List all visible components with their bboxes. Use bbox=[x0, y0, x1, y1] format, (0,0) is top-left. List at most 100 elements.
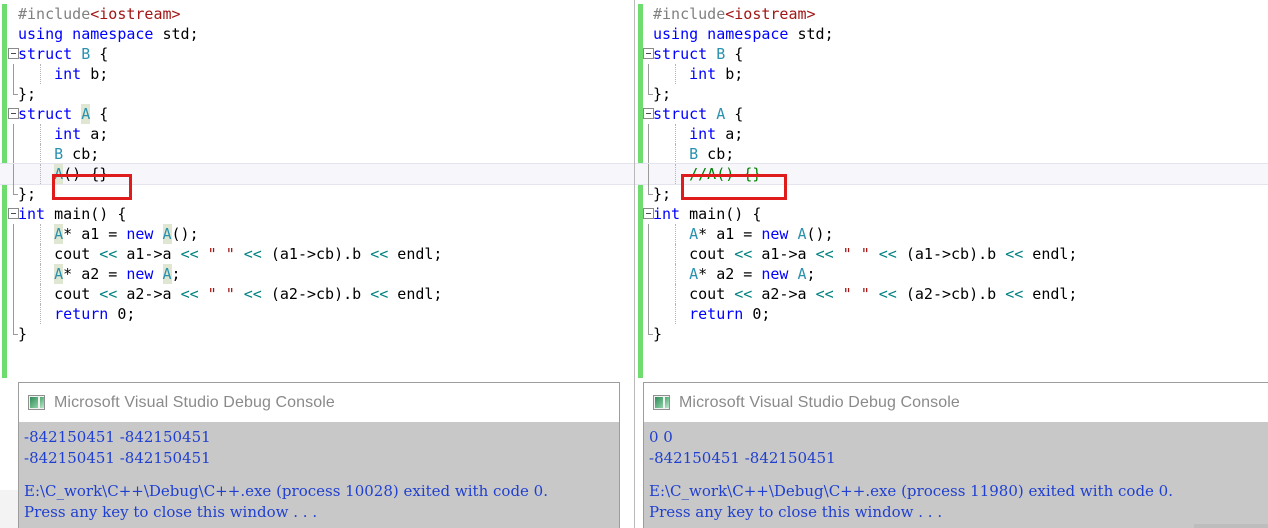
code-token: A bbox=[162, 224, 172, 244]
code-token: }; bbox=[18, 85, 37, 103]
code-line[interactable]: int main() { bbox=[0, 204, 634, 224]
code-line[interactable]: return 0; bbox=[0, 304, 634, 324]
code-line[interactable]: }; bbox=[0, 184, 634, 204]
code-line[interactable]: B cb; bbox=[635, 144, 1268, 164]
left-pane: #include<iostream> using namespace std; st… bbox=[0, 0, 634, 528]
code-token: A bbox=[54, 164, 64, 184]
fold-guide-line bbox=[648, 264, 649, 284]
fold-guide-line bbox=[648, 284, 649, 304]
code-line[interactable]: }; bbox=[0, 84, 634, 104]
code-line[interactable]: A* a1 = new A(); bbox=[0, 224, 634, 244]
code-line[interactable]: A() {} bbox=[0, 163, 634, 185]
code-line[interactable]: using namespace std; bbox=[0, 24, 634, 44]
code-token: struct bbox=[653, 45, 717, 63]
indent-guide bbox=[675, 224, 676, 244]
fold-guide-line bbox=[13, 264, 14, 284]
code-line[interactable]: int a; bbox=[635, 124, 1268, 144]
code-token: (); bbox=[806, 225, 834, 243]
fold-guide-line bbox=[13, 284, 14, 304]
fold-guide-line bbox=[13, 144, 14, 164]
right-code-text: #include<iostream> using namespace std; st… bbox=[635, 4, 1268, 344]
indent-guide bbox=[40, 264, 41, 284]
right-debug-console-window[interactable]: Microsoft Visual Studio Debug Console 0 … bbox=[643, 382, 1268, 528]
code-line[interactable]: cout << a1->a << " " << (a1->cb).b << en… bbox=[0, 244, 634, 264]
code-line[interactable]: A* a1 = new A(); bbox=[635, 224, 1268, 244]
code-token: A bbox=[81, 104, 91, 124]
fold-guide-end bbox=[648, 324, 653, 335]
code-token: A bbox=[689, 265, 699, 283]
code-line[interactable]: using namespace std; bbox=[635, 24, 1268, 44]
code-token: B bbox=[689, 145, 699, 163]
code-token: A bbox=[716, 105, 726, 123]
code-line[interactable]: } bbox=[0, 324, 634, 344]
code-line[interactable]: }; bbox=[635, 84, 1268, 104]
code-token: main() { bbox=[45, 205, 127, 223]
console-output-line: -842150451 -842150451 bbox=[649, 449, 836, 467]
code-token: cout bbox=[18, 245, 100, 263]
code-line[interactable]: int main() { bbox=[635, 204, 1268, 224]
code-token: } bbox=[653, 325, 663, 343]
code-token: () {} bbox=[63, 165, 109, 183]
code-token: " " bbox=[842, 285, 870, 303]
code-line[interactable]: A* a2 = new A; bbox=[635, 264, 1268, 284]
code-token: } bbox=[18, 325, 28, 343]
left-code-editor[interactable]: #include<iostream> using namespace std; st… bbox=[0, 0, 634, 382]
indent-guide bbox=[675, 304, 676, 324]
code-token: << bbox=[180, 245, 199, 263]
collapse-minus-icon[interactable] bbox=[8, 48, 19, 59]
code-line[interactable]: return 0; bbox=[635, 304, 1268, 324]
collapse-minus-icon[interactable] bbox=[643, 208, 654, 219]
code-line[interactable]: A* a2 = new A; bbox=[0, 264, 634, 284]
fold-guide-line bbox=[648, 124, 649, 144]
code-token: using namespace bbox=[18, 25, 163, 43]
code-token: << bbox=[99, 245, 118, 263]
code-line[interactable]: } bbox=[635, 324, 1268, 344]
code-line[interactable]: #include<iostream> bbox=[635, 4, 1268, 24]
left-debug-console-window[interactable]: Microsoft Visual Studio Debug Console -8… bbox=[18, 382, 620, 528]
code-line[interactable]: int b; bbox=[635, 64, 1268, 84]
code-token: cb; bbox=[63, 145, 100, 163]
right-code-editor[interactable]: #include<iostream> using namespace std; st… bbox=[635, 0, 1268, 382]
code-line[interactable]: int b; bbox=[0, 64, 634, 84]
code-token: A bbox=[689, 225, 699, 243]
code-line[interactable]: int a; bbox=[0, 124, 634, 144]
code-line[interactable]: struct B { bbox=[0, 44, 634, 64]
right-bottom-white-sliver bbox=[635, 382, 643, 528]
code-line[interactable]: cout << a1->a << " " << (a1->cb).b << en… bbox=[635, 244, 1268, 264]
code-line[interactable]: }; bbox=[635, 184, 1268, 204]
code-line[interactable]: cout << a2->a << " " << (a2->cb).b << en… bbox=[635, 284, 1268, 304]
code-token: B bbox=[54, 145, 64, 163]
code-line[interactable]: #include<iostream> bbox=[0, 4, 634, 24]
fold-guide-line bbox=[13, 244, 14, 264]
code-token: A bbox=[54, 264, 64, 284]
collapse-minus-icon[interactable] bbox=[643, 48, 654, 59]
indent-guide bbox=[675, 124, 676, 144]
code-token: 0; bbox=[743, 305, 771, 323]
code-token: << bbox=[878, 245, 897, 263]
code-token: A bbox=[797, 265, 807, 283]
code-line[interactable]: struct B { bbox=[635, 44, 1268, 64]
code-token: << bbox=[734, 245, 753, 263]
code-token: * a2 = bbox=[698, 265, 762, 283]
console-output-line: 0 0 bbox=[649, 428, 673, 446]
indent-guide bbox=[675, 244, 676, 264]
code-line[interactable]: //A() {} bbox=[635, 163, 1268, 185]
collapse-minus-icon[interactable] bbox=[8, 108, 19, 119]
fold-guide-line bbox=[13, 124, 14, 144]
code-line[interactable]: cout << a2->a << " " << (a2->cb).b << en… bbox=[0, 284, 634, 304]
collapse-minus-icon[interactable] bbox=[643, 108, 654, 119]
code-token: int bbox=[653, 205, 681, 223]
code-line[interactable]: struct A { bbox=[0, 104, 634, 124]
console-output-line: E:\C_work\C++\Debug\C++.exe (process 119… bbox=[649, 482, 1173, 500]
left-bottom-grey-sliver bbox=[0, 490, 18, 528]
collapse-minus-icon[interactable] bbox=[8, 208, 19, 219]
code-line[interactable]: B cb; bbox=[0, 144, 634, 164]
code-token: ; bbox=[171, 265, 181, 283]
code-line[interactable]: struct A { bbox=[635, 104, 1268, 124]
